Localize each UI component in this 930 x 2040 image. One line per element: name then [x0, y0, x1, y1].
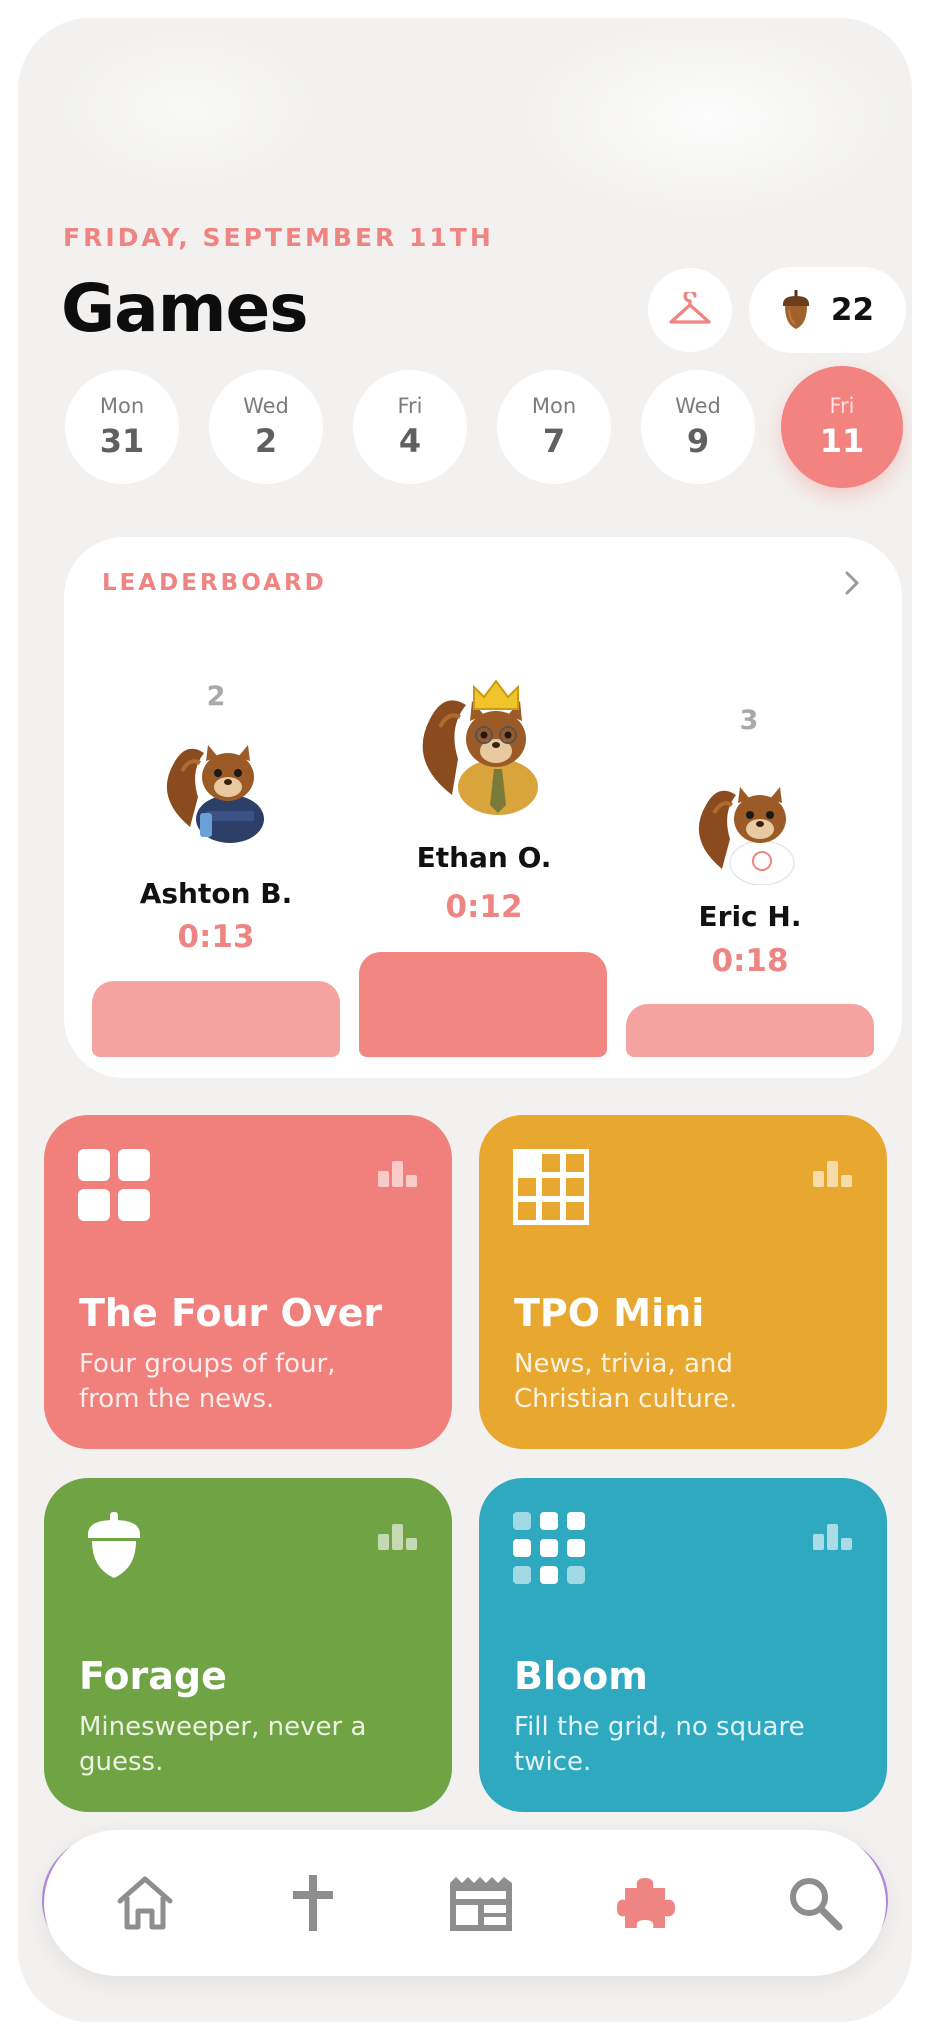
day-button-selected[interactable]: Fri 11 — [781, 366, 903, 488]
background-glow — [58, 28, 318, 188]
wardrobe-button[interactable] — [648, 268, 732, 352]
background-glow — [518, 18, 898, 218]
day-number: 4 — [398, 422, 422, 460]
day-number: 31 — [99, 422, 145, 460]
player-name: Eric H. — [698, 900, 802, 933]
day-button[interactable]: Wed 9 — [641, 370, 755, 484]
nav-faith[interactable] — [276, 1866, 350, 1940]
rank-number: 2 — [206, 681, 226, 712]
player-time: 0:18 — [711, 943, 789, 979]
day-name: Mon — [531, 394, 577, 418]
player-name: Ashton B. — [139, 877, 293, 910]
day-name: Mon — [99, 394, 145, 418]
day-number: 11 — [819, 422, 865, 460]
day-name: Fri — [397, 394, 423, 418]
acorn-count: 22 — [830, 292, 875, 328]
game-title: Bloom — [514, 1654, 648, 1698]
nav-search[interactable] — [778, 1866, 852, 1940]
acorn-icon — [88, 1512, 140, 1578]
home-icon — [117, 1876, 173, 1930]
day-name: Wed — [243, 394, 289, 418]
squirrel-avatar — [166, 745, 264, 843]
leaderboard-card[interactable]: LEADERBOARD 2 Ashton B. 0:13 Ethan O. 0:… — [64, 537, 902, 1078]
game-description: Fill the grid, no square twice. — [514, 1712, 805, 1777]
game-card-bloom[interactable]: Bloom Fill the grid, no square twice. — [479, 1478, 887, 1812]
newspaper-icon — [450, 1877, 512, 1931]
podium-second — [92, 981, 340, 1057]
day-number: 9 — [686, 422, 710, 460]
player-time: 0:13 — [177, 919, 255, 955]
app-screen: FRIDAY, SEPTEMBER 11TH Games 22 Mon 31 W… — [18, 18, 912, 2022]
acorn-icon — [782, 290, 809, 329]
game-title: The Four Over — [79, 1291, 383, 1335]
squirrel-avatar-crown — [422, 679, 538, 815]
cross-icon — [293, 1875, 333, 1931]
stats-icon[interactable] — [378, 1161, 418, 1187]
day-button[interactable]: Mon 31 — [65, 370, 179, 484]
stats-icon[interactable] — [813, 1524, 853, 1550]
stats-icon[interactable] — [813, 1161, 853, 1187]
game-description: News, trivia, and Christian culture. — [514, 1349, 738, 1414]
acorn-balance[interactable]: 22 — [749, 267, 906, 353]
leaderboard-label: LEADERBOARD — [102, 570, 327, 596]
game-description: Four groups of four, from the news. — [79, 1349, 336, 1414]
day-number: 2 — [254, 422, 278, 460]
day-button[interactable]: Mon 7 — [497, 370, 611, 484]
podium-third — [626, 1004, 874, 1057]
chevron-right-icon[interactable] — [840, 567, 864, 599]
squirrel-avatar — [698, 787, 795, 885]
date-label: FRIDAY, SEPTEMBER 11TH — [63, 223, 494, 252]
day-name: Wed — [675, 394, 721, 418]
four-squares-icon — [78, 1149, 150, 1221]
game-title: TPO Mini — [514, 1291, 705, 1335]
day-name: Fri — [829, 394, 855, 418]
puzzle-piece-icon — [617, 1878, 675, 1928]
stats-icon[interactable] — [378, 1524, 418, 1550]
bottom-nav — [44, 1830, 886, 1976]
page-title: Games — [61, 270, 309, 347]
crossword-grid-icon — [513, 1149, 589, 1225]
day-button[interactable]: Wed 2 — [209, 370, 323, 484]
nav-games[interactable] — [610, 1866, 684, 1940]
day-button[interactable]: Fri 4 — [353, 370, 467, 484]
game-card-tpo-mini[interactable]: TPO Mini News, trivia, and Christian cul… — [479, 1115, 887, 1449]
nav-home[interactable] — [108, 1866, 182, 1940]
hanger-icon — [669, 292, 711, 324]
day-picker: Mon 31 Wed 2 Fri 4 Mon 7 Wed 9 Fri 11 — [65, 366, 905, 488]
player-name: Ethan O. — [416, 841, 552, 874]
player-time: 0:12 — [445, 889, 523, 925]
game-card-forage[interactable]: Forage Minesweeper, never a guess. — [44, 1478, 452, 1812]
game-description: Minesweeper, never a guess. — [79, 1712, 367, 1777]
nav-news[interactable] — [444, 1866, 518, 1940]
search-icon — [790, 1878, 843, 1931]
rank-number: 3 — [739, 705, 759, 736]
podium-first — [359, 952, 607, 1057]
dot-grid-icon — [513, 1512, 585, 1584]
day-number: 7 — [542, 422, 566, 460]
game-title: Forage — [79, 1654, 227, 1698]
game-card-four-over[interactable]: The Four Over Four groups of four, from … — [44, 1115, 452, 1449]
